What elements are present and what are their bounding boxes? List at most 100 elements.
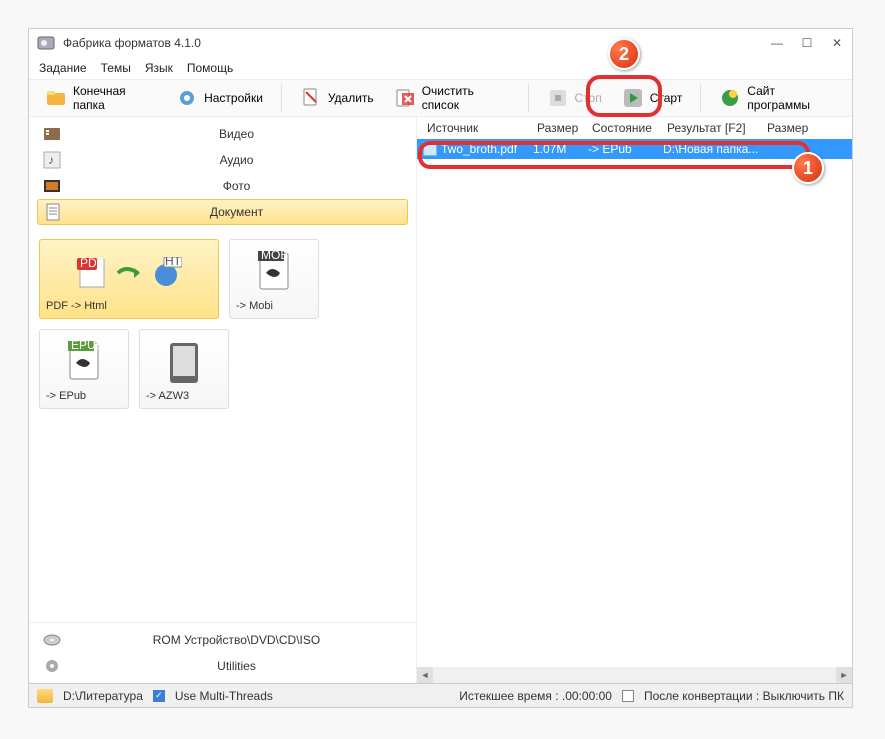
preset-mobi[interactable]: MOBI -> Mobi	[229, 239, 319, 319]
content: Видео ♪ Аудио Фото Документ	[29, 117, 852, 683]
preset-label: PDF -> Html	[46, 300, 212, 312]
multithreads-label: Use Multi-Threads	[175, 689, 273, 703]
sidebar: Видео ♪ Аудио Фото Документ	[29, 117, 417, 683]
video-icon	[43, 125, 61, 143]
category-label: Utilities	[71, 659, 402, 673]
after-checkbox[interactable]	[622, 690, 634, 702]
menu-lang[interactable]: Язык	[145, 61, 173, 75]
col-state[interactable]: Состояние	[588, 121, 663, 135]
category-video[interactable]: Видео	[37, 121, 408, 147]
column-headers: Источник Размер Состояние Результат [F2]…	[417, 117, 852, 139]
statusbar: D:\Литература ✓ Use Multi-Threads Истекш…	[29, 683, 852, 707]
preset-label: -> AZW3	[146, 390, 222, 402]
col-size2[interactable]: Размер	[763, 121, 818, 135]
category-utilities[interactable]: Utilities	[37, 653, 408, 679]
col-source[interactable]: Источник	[423, 121, 533, 135]
preset-label: -> EPub	[46, 390, 122, 402]
category-document[interactable]: Документ	[37, 199, 408, 225]
file-row[interactable]: Two_broth.pdf 1.07M -> EPub D:\Новая пап…	[417, 139, 852, 159]
maximize-button[interactable]: ☐	[800, 36, 814, 50]
svg-text:♪: ♪	[48, 153, 54, 167]
preset-label: -> Mobi	[236, 300, 312, 312]
preset-illustration	[146, 336, 222, 390]
separator	[281, 84, 282, 112]
svg-text:HTML: HTML	[165, 257, 182, 268]
col-result[interactable]: Результат [F2]	[663, 121, 763, 135]
folder-icon	[45, 87, 67, 109]
delete-button[interactable]: Удалить	[294, 84, 380, 112]
delete-label: Удалить	[328, 91, 374, 105]
elapsed-label: Истекшее время : .00:00:00	[459, 689, 612, 703]
svg-text:PDF: PDF	[80, 257, 104, 270]
category-list: Видео ♪ Аудио Фото Документ	[29, 117, 416, 229]
category-label: Видео	[71, 127, 402, 141]
separator	[700, 84, 701, 112]
status-path[interactable]: D:\Литература	[63, 689, 143, 703]
close-button[interactable]: ✕	[830, 36, 844, 50]
menubar: Задание Темы Язык Помощь	[29, 57, 852, 79]
preset-pdf-html[interactable]: PDF HTML PDF -> Html	[39, 239, 219, 319]
preset-epub[interactable]: EPUB -> EPub	[39, 329, 129, 409]
svg-text:MOBI: MOBI	[261, 251, 292, 262]
preset-illustration: EPUB	[46, 336, 122, 390]
delete-icon	[300, 87, 322, 109]
svg-text:EPUB: EPUB	[71, 341, 104, 352]
stop-label: Стоп	[575, 91, 602, 105]
category-rom[interactable]: ROM Устройство\DVD\CD\ISO	[37, 627, 408, 653]
category-label: ROM Устройство\DVD\CD\ISO	[71, 633, 402, 647]
site-button[interactable]: Сайт программы	[713, 81, 842, 115]
dest-folder-button[interactable]: Конечная папка	[39, 81, 162, 115]
preset-azw3[interactable]: -> AZW3	[139, 329, 229, 409]
scroll-right-icon[interactable]: ►	[836, 667, 852, 683]
settings-button[interactable]: Настройки	[170, 84, 269, 112]
window-controls: — ☐ ✕	[770, 36, 844, 50]
toolbar: Конечная папка Настройки Удалить Очистит…	[29, 79, 852, 117]
gear-icon	[176, 87, 198, 109]
main-panel: Источник Размер Состояние Результат [F2]…	[417, 117, 852, 683]
multithreads-checkbox[interactable]: ✓	[153, 690, 165, 702]
cell-name: Two_broth.pdf	[437, 142, 529, 156]
menu-task[interactable]: Задание	[39, 61, 87, 75]
stop-icon	[547, 87, 569, 109]
cell-size: 1.07M	[529, 142, 584, 156]
minimize-button[interactable]: —	[770, 36, 784, 50]
separator	[528, 84, 529, 112]
cell-state: -> EPub	[584, 142, 659, 156]
globe-icon	[719, 87, 741, 109]
preset-illustration: PDF HTML	[46, 246, 212, 300]
photo-icon	[43, 177, 61, 195]
audio-icon: ♪	[43, 151, 61, 169]
gear-icon	[43, 657, 61, 675]
category-label: Документ	[72, 205, 401, 219]
file-list: Two_broth.pdf 1.07M -> EPub D:\Новая пап…	[417, 139, 852, 667]
callout-badge-2: 2	[608, 38, 640, 70]
site-label: Сайт программы	[747, 84, 836, 112]
clear-list-button[interactable]: Очистить список	[388, 81, 516, 115]
file-icon	[423, 142, 437, 156]
start-label: Старт	[650, 91, 683, 105]
dest-folder-label: Конечная папка	[73, 84, 156, 112]
callout-badge-1: 1	[792, 152, 824, 184]
app-icon	[37, 34, 55, 52]
menu-help[interactable]: Помощь	[187, 61, 233, 75]
scroll-left-icon[interactable]: ◄	[417, 667, 433, 683]
category-photo[interactable]: Фото	[37, 173, 408, 199]
disc-icon	[43, 631, 61, 649]
category-audio[interactable]: ♪ Аудио	[37, 147, 408, 173]
col-size[interactable]: Размер	[533, 121, 588, 135]
menu-themes[interactable]: Темы	[101, 61, 131, 75]
window-title: Фабрика форматов 4.1.0	[63, 36, 770, 50]
preset-illustration: MOBI	[236, 246, 312, 300]
category-label: Аудио	[71, 153, 402, 167]
stop-button[interactable]: Стоп	[541, 84, 608, 112]
start-icon	[622, 87, 644, 109]
clear-label: Очистить список	[422, 84, 510, 112]
cell-result: D:\Новая папка...	[659, 142, 769, 156]
bottom-categories: ROM Устройство\DVD\CD\ISO Utilities	[29, 622, 416, 683]
app-window: Фабрика форматов 4.1.0 — ☐ ✕ Задание Тем…	[28, 28, 853, 708]
settings-label: Настройки	[204, 91, 263, 105]
clear-icon	[394, 87, 416, 109]
start-button[interactable]: Старт	[616, 84, 689, 112]
titlebar: Фабрика форматов 4.1.0 — ☐ ✕	[29, 29, 852, 57]
horizontal-scrollbar[interactable]: ◄ ►	[417, 667, 852, 683]
